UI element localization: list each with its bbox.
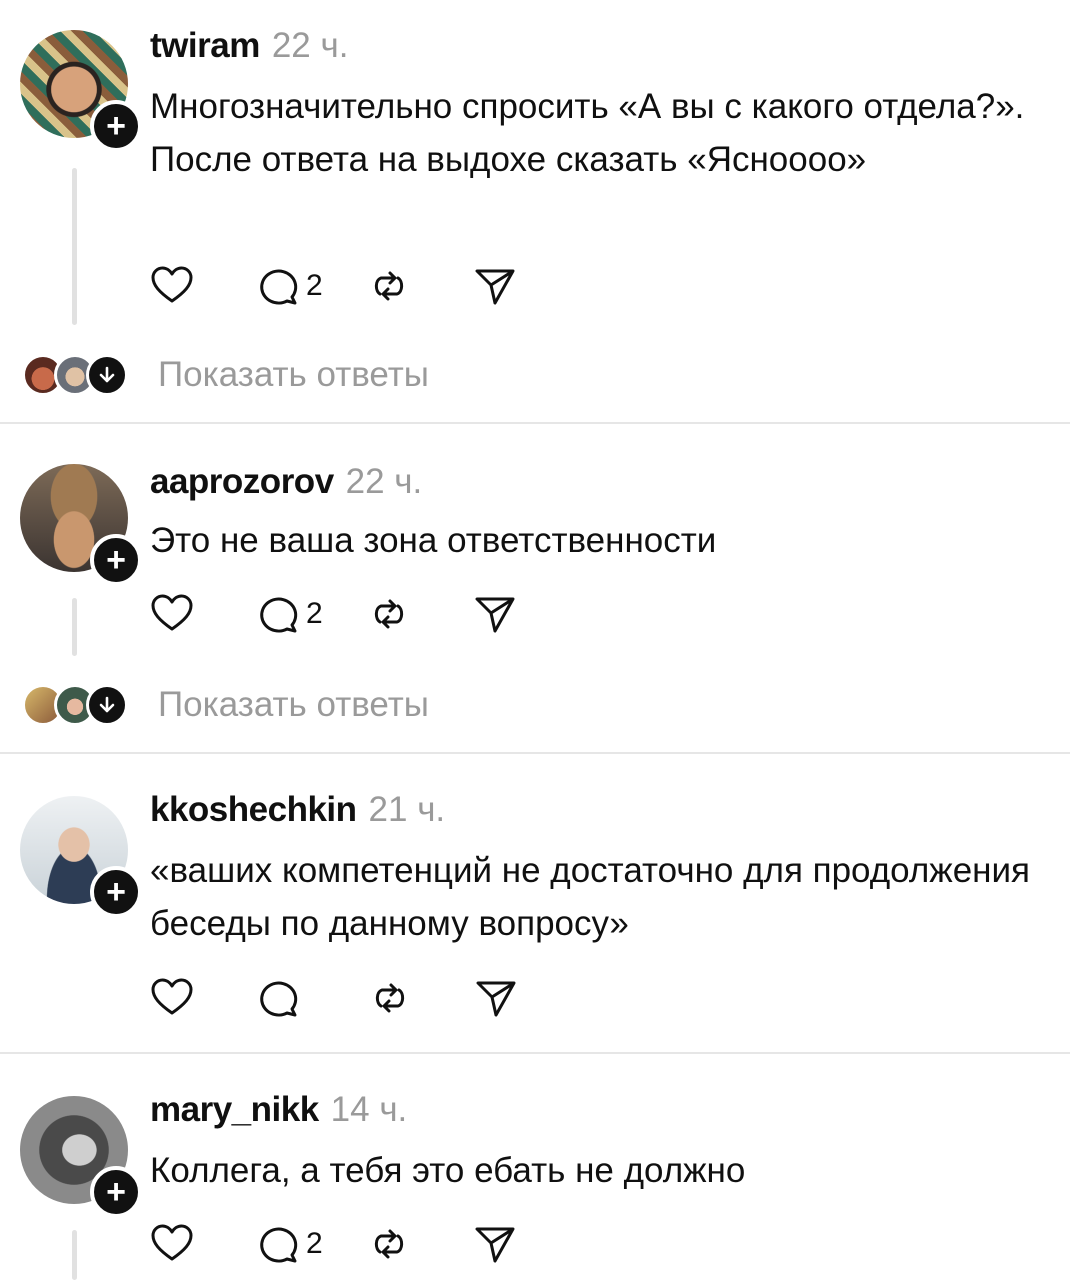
arrow-down-icon [86, 684, 128, 726]
follow-plus-icon[interactable]: + [90, 866, 142, 918]
timestamp: 22 ч. [271, 26, 349, 65]
post-text: Многозначительно спросить «А вы с какого… [150, 87, 1025, 179]
heart-icon [150, 1222, 194, 1266]
comment-icon [256, 592, 300, 636]
action-bar: 2 [150, 592, 517, 636]
action-bar: 2 [150, 1222, 517, 1266]
username[interactable]: kkoshechkin [150, 790, 357, 829]
post-text: Это не ваша зона ответственности [150, 521, 717, 560]
post-header: twiram 22 ч. [150, 26, 348, 66]
repost-button[interactable] [368, 976, 412, 1020]
post-text: Коллега, а тебя это ебать не должно [150, 1151, 746, 1190]
share-icon [473, 592, 517, 636]
username[interactable]: twiram [150, 26, 260, 65]
repost-icon [367, 592, 411, 636]
share-button[interactable] [473, 264, 517, 308]
reply-button[interactable]: 2 [256, 592, 323, 636]
reply-count: 2 [306, 269, 323, 302]
share-button[interactable] [474, 976, 518, 1020]
repost-button[interactable] [367, 592, 411, 636]
timestamp: 22 ч. [345, 462, 423, 501]
repost-button[interactable] [367, 264, 411, 308]
comment-icon [256, 1222, 300, 1266]
heart-icon [150, 976, 194, 1020]
post-text: «ваших компетенций не достаточно для про… [150, 851, 1030, 943]
follow-plus-icon[interactable]: + [90, 1166, 142, 1218]
share-icon [473, 1222, 517, 1266]
like-button[interactable] [150, 1222, 194, 1266]
reply-count: 2 [306, 597, 323, 630]
username[interactable]: mary_nikk [150, 1090, 319, 1129]
reply-button[interactable] [256, 976, 306, 1020]
post-header: mary_nikk 14 ч. [150, 1090, 407, 1130]
heart-icon [150, 264, 194, 308]
repost-button[interactable] [367, 1222, 411, 1266]
action-bar: 2 [150, 264, 517, 308]
reply-count: 2 [306, 1227, 323, 1260]
share-button[interactable] [473, 592, 517, 636]
post-card: + kkoshechkin 21 ч. «ваших компетенций не… [0, 754, 1070, 1052]
post-card: + aaprozorov 22 ч. Это не ваша зона ответ… [0, 424, 1070, 752]
repost-icon [368, 976, 412, 1020]
share-icon [473, 264, 517, 308]
thread-line [72, 168, 77, 325]
thread-line [72, 598, 77, 656]
repost-icon [367, 1222, 411, 1266]
timestamp: 14 ч. [330, 1090, 408, 1129]
action-bar [150, 976, 518, 1020]
arrow-down-icon [86, 354, 128, 396]
reply-avatars[interactable] [22, 353, 128, 397]
post-header: kkoshechkin 21 ч. [150, 790, 445, 830]
post-card: + twiram 22 ч. Многозначительно спросить … [0, 0, 1070, 422]
follow-plus-icon[interactable]: + [90, 100, 142, 152]
post-header: aaprozorov 22 ч. [150, 462, 422, 502]
reply-avatars[interactable] [22, 683, 128, 727]
heart-icon [150, 592, 194, 636]
share-button[interactable] [473, 1222, 517, 1266]
thread-line [72, 1230, 77, 1280]
share-icon [474, 976, 518, 1020]
like-button[interactable] [150, 264, 194, 308]
like-button[interactable] [150, 976, 194, 1020]
username[interactable]: aaprozorov [150, 462, 334, 501]
show-replies-link[interactable]: Показать ответы [158, 685, 429, 725]
show-replies-link[interactable]: Показать ответы [158, 355, 429, 395]
post-card: + mary_nikk 14 ч. Коллега, а тебя это еба… [0, 1054, 1070, 1280]
reply-button[interactable]: 2 [256, 1222, 323, 1266]
timestamp: 21 ч. [368, 790, 446, 829]
like-button[interactable] [150, 592, 194, 636]
follow-plus-icon[interactable]: + [90, 534, 142, 586]
comment-icon [256, 264, 300, 308]
repost-icon [367, 264, 411, 308]
reply-button[interactable]: 2 [256, 264, 323, 308]
comment-icon [256, 976, 300, 1020]
